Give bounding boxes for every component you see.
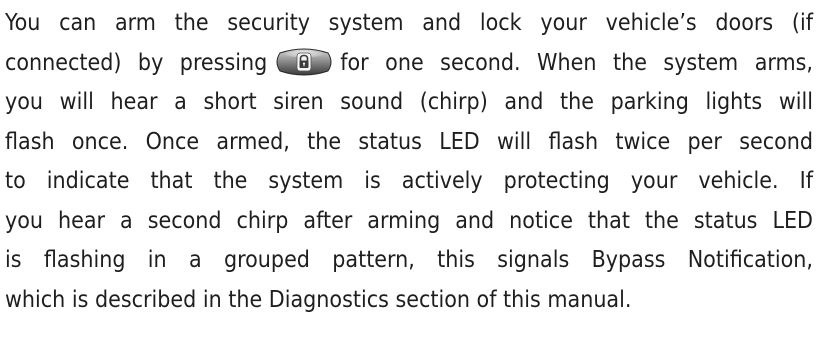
paragraph-line-2-end: for one second. When the system arms,	[340, 49, 813, 76]
paragraph-line-2: connected) by pressing for one second. W…	[5, 44, 813, 84]
paragraph-line-3: you will hear a short siren sound (chirp…	[5, 89, 813, 115]
manual-paragraph: You can arm the security system and lock…	[5, 4, 813, 320]
paragraph-line-5: to indicate that the system is actively …	[5, 168, 813, 194]
paragraph-line-2-start: connected) by pressing	[5, 49, 268, 76]
paragraph-line-8: which is described in the Diagnostics se…	[5, 286, 632, 313]
paragraph-line-4: flash once. Once armed, the status LED w…	[5, 128, 813, 155]
paragraph-line-6: you hear a second chirp after arming and…	[5, 207, 813, 234]
paragraph-line-7: is flashing in a grouped pattern, this s…	[5, 247, 813, 273]
lock-button-icon	[274, 47, 334, 77]
paragraph-line-1: You can arm the security system and lock…	[5, 10, 813, 36]
